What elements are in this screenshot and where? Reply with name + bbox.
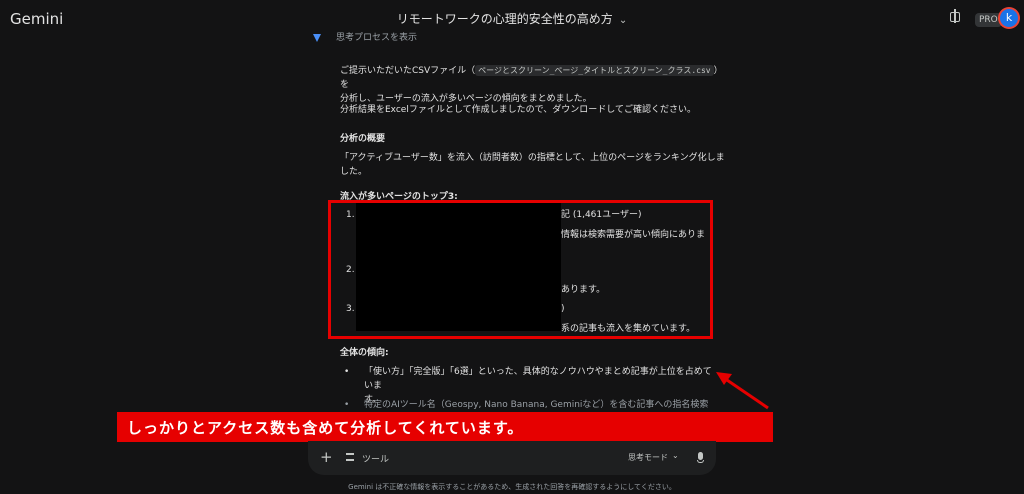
tools-icon[interactable] (346, 453, 354, 461)
annotation-banner: しっかりとアクセス数も含めて分析してくれています。 (117, 412, 773, 442)
mode-selector[interactable]: 思考モード (628, 452, 668, 463)
prompt-input-bar[interactable]: + ツール 思考モード ⌄ (308, 441, 716, 475)
add-icon[interactable]: + (320, 448, 333, 466)
disclaimer-text: Gemini は不正確な情報を表示することがあるため、生成された回答を再確認する… (348, 483, 676, 491)
tools-button[interactable]: ツール (362, 452, 389, 465)
chevron-down-icon[interactable]: ⌄ (672, 451, 679, 460)
microphone-icon[interactable] (697, 452, 704, 463)
annotation-banner-text: しっかりとアクセス数も含めて分析してくれています。 (127, 419, 524, 437)
